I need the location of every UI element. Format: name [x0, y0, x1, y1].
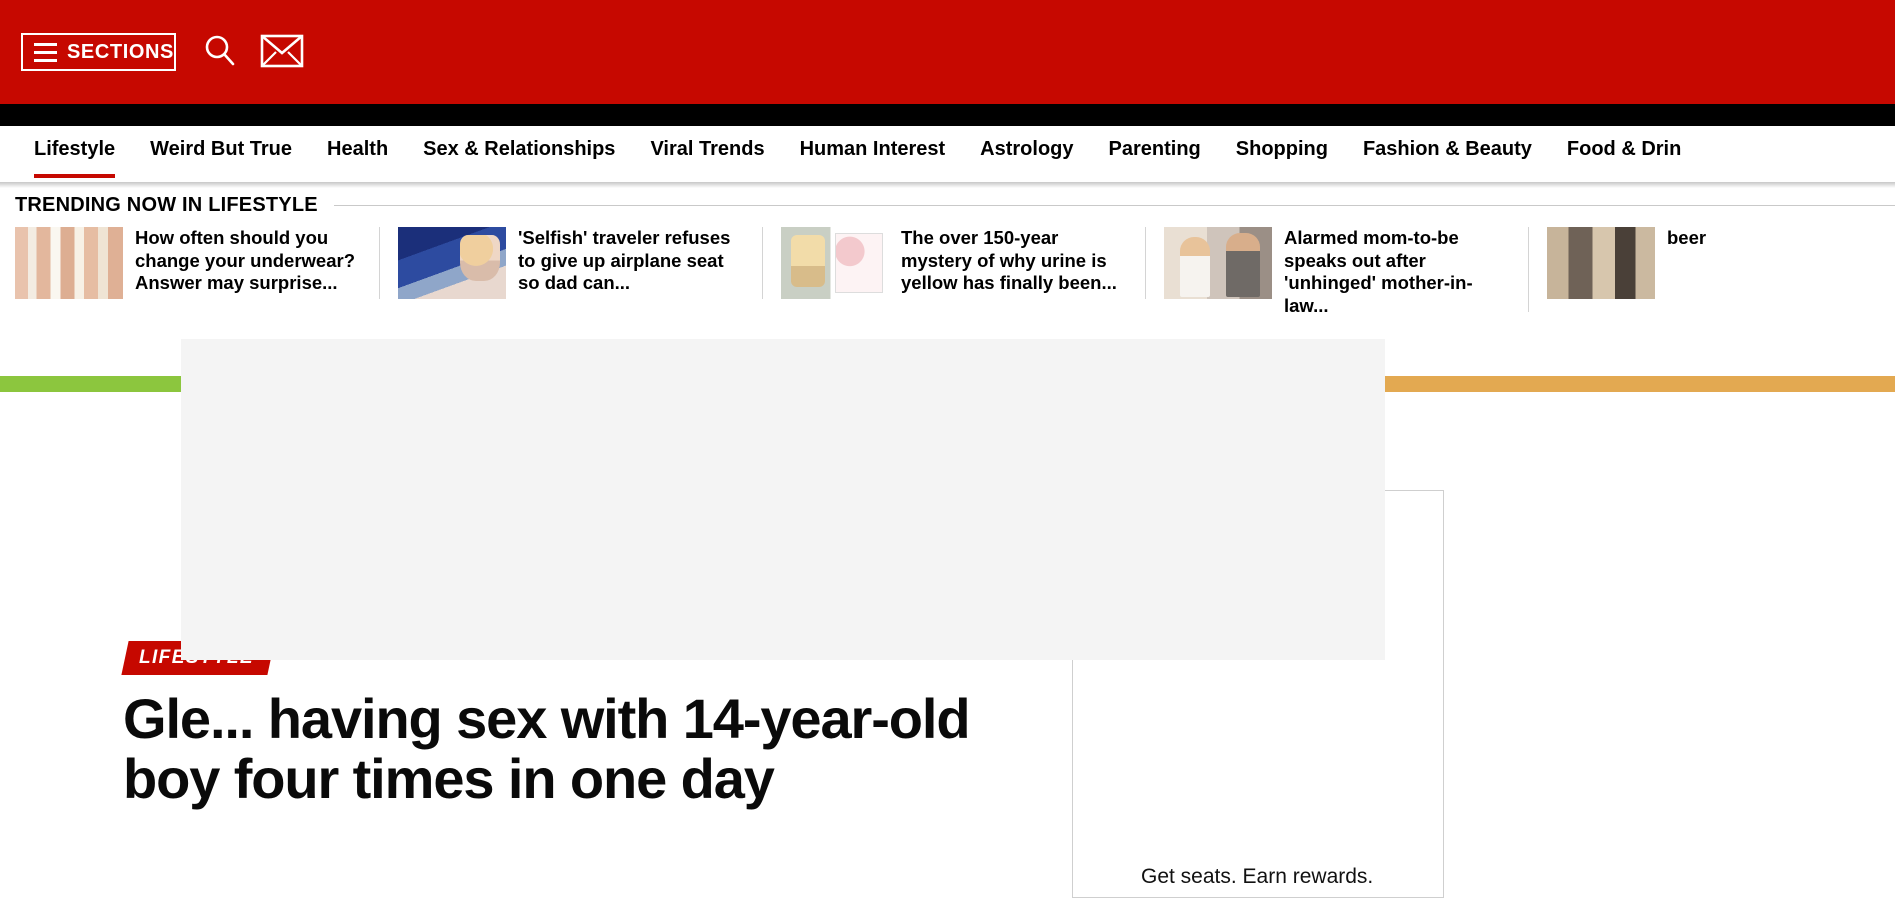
nav-item-parenting[interactable]: Parenting — [1109, 126, 1201, 182]
nav-item-human-interest[interactable]: Human Interest — [800, 126, 946, 182]
hamburger-icon — [34, 42, 57, 62]
trending-card[interactable]: beer — [1547, 227, 1895, 299]
trending-card-title: The over 150-year mystery of why urine i… — [901, 227, 1117, 294]
trending-rule — [333, 205, 1895, 206]
trending-card-title: 'Selfish' traveler refuses to give up ai… — [518, 227, 731, 294]
nav-item-lifestyle[interactable]: Lifestyle — [34, 126, 116, 182]
trending-list: How often should you change your underwe… — [0, 227, 1895, 312]
nav-item-food-and-drink[interactable]: Food & Drin — [1567, 126, 1681, 182]
overlay-advertisement-panel[interactable] — [181, 339, 1385, 660]
search-icon[interactable] — [203, 33, 237, 69]
trending-card[interactable]: How often should you change your underwe… — [15, 227, 380, 299]
trending-title: TRENDING NOW IN LIFESTYLE — [15, 194, 318, 216]
trending-card-title: beer — [1667, 227, 1707, 248]
nav-item-fashion-and-beauty[interactable]: Fashion & Beauty — [1363, 126, 1532, 182]
trending-card-title: How often should you change your underwe… — [135, 227, 355, 294]
site-header: SECTIONS — [0, 0, 1895, 104]
nav-item-weird-but-true[interactable]: Weird But True — [150, 126, 292, 182]
nav-item-viral-trends[interactable]: Viral Trends — [650, 126, 764, 182]
sections-button-label: SECTIONS — [66, 40, 174, 63]
women-in-underwear-thumbnail — [15, 227, 123, 299]
trending-card[interactable]: 'Selfish' traveler refuses to give up ai… — [398, 227, 763, 299]
header-divider-strip — [0, 104, 1895, 126]
bar-scene-thumbnail — [1547, 227, 1655, 299]
trending-card[interactable]: The over 150-year mystery of why urine i… — [781, 227, 1146, 299]
sidebar-ad-text: Get seats. Earn rewards. — [1141, 865, 1374, 888]
airplane-passenger-thumbnail — [398, 227, 506, 299]
nav-item-shopping[interactable]: Shopping — [1236, 126, 1328, 182]
trending-card-title: Alarmed mom-to-be speaks out after 'unhi… — [1284, 227, 1473, 312]
nav-item-astrology[interactable]: Astrology — [980, 126, 1073, 182]
article-headline: Gle... having sex with 14-year-old boy f… — [123, 687, 971, 810]
trending-section: TRENDING NOW IN LIFESTYLE How often shou… — [0, 188, 1895, 312]
category-nav: Lifestyle Weird But True Health Sex & Re… — [0, 126, 1895, 182]
urine-sample-diagram-thumbnail — [781, 227, 889, 299]
nav-item-health[interactable]: Health — [327, 126, 388, 182]
couple-with-baby-thumbnail — [1164, 227, 1272, 299]
sections-button[interactable]: SECTIONS — [21, 33, 176, 71]
trending-header: TRENDING NOW IN LIFESTYLE — [0, 188, 1895, 221]
trending-card[interactable]: Alarmed mom-to-be speaks out after 'unhi… — [1164, 227, 1529, 312]
nav-item-sex-and-relationships[interactable]: Sex & Relationships — [423, 126, 615, 182]
envelope-icon[interactable] — [260, 30, 304, 72]
